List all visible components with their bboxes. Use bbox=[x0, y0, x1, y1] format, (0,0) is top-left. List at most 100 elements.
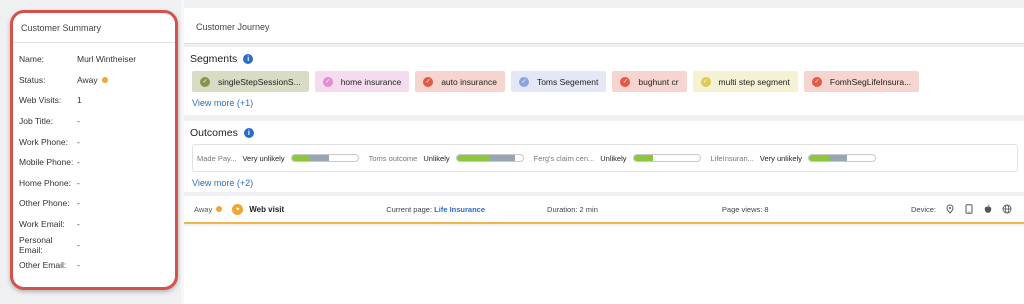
summary-row-work-email: Work Email: - bbox=[13, 214, 175, 235]
segment-chip-label: Toms Segement bbox=[536, 76, 599, 87]
status-value: Away bbox=[77, 74, 98, 85]
field-label: Web Visits: bbox=[19, 95, 62, 106]
segment-chip-label: auto insurance bbox=[441, 76, 497, 87]
segment-chip[interactable]: ✓ FomhSegLifeInsura... bbox=[803, 71, 920, 92]
outcome-likelihood: Unlikely bbox=[600, 153, 627, 163]
outcome-name: LifeInsuran... bbox=[710, 153, 754, 163]
segment-chip-label: FomhSegLifeInsura... bbox=[829, 76, 912, 87]
info-icon[interactable]: i bbox=[243, 128, 254, 138]
outcomes-view-more-link[interactable]: View more (+2) bbox=[184, 172, 1024, 188]
segment-chip-label: home insurance bbox=[340, 76, 402, 87]
outcome-likelihood: Very unlikely bbox=[242, 153, 285, 163]
tablet-icon bbox=[965, 204, 973, 214]
field-label: Job Title: bbox=[19, 116, 54, 127]
segment-icon: ✓ bbox=[518, 76, 529, 87]
field-label: Other Email: bbox=[19, 260, 67, 271]
outcome-progress-secondary bbox=[828, 155, 848, 161]
summary-row-mobile-phone: Mobile Phone: - bbox=[13, 152, 175, 173]
summary-row-status: Status: Away bbox=[13, 70, 175, 91]
field-value: 1 bbox=[77, 95, 82, 106]
customer-journey-title: Customer Journey bbox=[196, 22, 270, 32]
outcome-name: Ferg's claim cen... bbox=[533, 153, 595, 163]
segment-chip-label: bughunt cr bbox=[638, 76, 679, 87]
outcome-progress-secondary bbox=[489, 155, 515, 161]
outcome-progress-fill bbox=[456, 155, 490, 161]
outcome-item[interactable]: Ferg's claim cen... Unlikely bbox=[534, 154, 701, 163]
outcome-progress-bar bbox=[807, 154, 876, 162]
segment-chip[interactable]: ✓ multi step segment bbox=[692, 71, 798, 92]
summary-row-web-visits: Web Visits: 1 bbox=[13, 90, 175, 111]
segment-chip[interactable]: ✓ singleStepSessionS... bbox=[192, 71, 309, 92]
outcome-name: Toms outcome bbox=[368, 153, 418, 163]
outcome-item[interactable]: Toms outcome Unlikely bbox=[369, 154, 524, 163]
current-page-label: Current page: bbox=[386, 204, 433, 214]
segment-chip-label: multi step segment bbox=[718, 76, 790, 87]
web-visit-icon: ✦ bbox=[232, 203, 244, 215]
app: Customer Summary Name: Murl Wintheiser St… bbox=[0, 0, 1024, 304]
journey-empty-area bbox=[184, 226, 1024, 304]
segment-icon: ✓ bbox=[423, 76, 434, 87]
customer-summary-title: Customer Summary bbox=[13, 13, 175, 43]
segments-section: Segments i ✓ singleStepSessionS... ✓ home in… bbox=[184, 47, 1024, 115]
segments-view-more-link[interactable]: View more (+1) bbox=[184, 92, 1024, 108]
field-label: Work Email: bbox=[19, 219, 65, 230]
field-value: Murl Wintheiser bbox=[77, 54, 137, 65]
field-value: - bbox=[77, 177, 80, 188]
segment-chip[interactable]: ✓ auto insurance bbox=[415, 71, 505, 92]
field-label: Status: bbox=[19, 74, 46, 85]
globe-icon bbox=[1002, 204, 1012, 214]
segment-chip[interactable]: ✓ home insurance bbox=[314, 71, 410, 92]
summary-rows: Name: Murl Wintheiser Status: Away Web Vis… bbox=[13, 43, 175, 276]
customer-summary-panel: Customer Summary Name: Murl Wintheiser St… bbox=[10, 10, 178, 290]
outcome-progress-fill bbox=[808, 155, 829, 161]
visit-page-views: Page views: 8 bbox=[721, 204, 769, 214]
summary-row-work-phone: Work Phone: - bbox=[13, 131, 175, 152]
summary-row-other-phone: Other Phone: - bbox=[13, 193, 175, 214]
segment-chips: ✓ singleStepSessionS... ✓ home insurance ✓ au… bbox=[184, 65, 1024, 92]
outcome-progress-fill bbox=[633, 155, 654, 161]
outcome-progress-fill bbox=[291, 155, 311, 161]
outcome-item[interactable]: Made Pay... Very unlikely bbox=[197, 154, 359, 163]
segment-icon: ✓ bbox=[700, 76, 711, 87]
outcomes-section: Outcomes i Made Pay... Very unlikely Toms o… bbox=[184, 121, 1024, 192]
outcome-progress-bar bbox=[455, 154, 524, 162]
current-page-link[interactable]: Life Insurance bbox=[434, 205, 485, 214]
field-label: Name: bbox=[19, 54, 45, 65]
status-dot-icon bbox=[216, 206, 223, 212]
apple-icon bbox=[984, 204, 992, 213]
field-value: - bbox=[77, 198, 80, 209]
device-label: Device: bbox=[910, 204, 936, 214]
field-value: - bbox=[77, 157, 80, 168]
outcome-likelihood: Very unlikely bbox=[759, 153, 802, 163]
location-pin-icon bbox=[946, 204, 954, 214]
customer-journey-header: Customer Journey bbox=[184, 8, 1024, 44]
outcome-progress-secondary bbox=[310, 155, 329, 161]
visit-status: Away bbox=[194, 204, 213, 214]
outcome-list: Made Pay... Very unlikely Toms outcome Unli… bbox=[192, 144, 1018, 172]
segment-chip[interactable]: ✓ Toms Segement bbox=[510, 71, 607, 92]
visit-duration: Duration: 2 min bbox=[547, 204, 598, 214]
visit-type: Web visit bbox=[249, 204, 285, 214]
field-value: - bbox=[77, 136, 80, 147]
outcomes-title: Outcomes bbox=[190, 127, 238, 139]
outcome-likelihood: Unlikely bbox=[423, 153, 450, 163]
field-label: Work Phone: bbox=[19, 136, 68, 147]
outcome-name: Made Pay... bbox=[197, 153, 237, 163]
summary-row-personal-email: Personal Email: - bbox=[13, 234, 175, 255]
field-value: - bbox=[77, 239, 80, 250]
info-icon[interactable]: i bbox=[243, 54, 254, 64]
field-label: Other Phone: bbox=[19, 198, 70, 209]
summary-row-name: Name: Murl Wintheiser bbox=[13, 49, 175, 70]
outcome-progress-bar bbox=[632, 154, 701, 162]
segment-icon: ✓ bbox=[620, 76, 631, 87]
summary-row-job-title: Job Title: - bbox=[13, 111, 175, 132]
outcome-progress-bar bbox=[290, 154, 359, 162]
segment-chip[interactable]: ✓ bughunt cr bbox=[612, 71, 687, 92]
web-visit-row[interactable]: Away ✦ Web visit Current page: Life Insu… bbox=[184, 196, 1024, 224]
status-dot-icon bbox=[101, 76, 108, 83]
field-label: Personal Email: bbox=[19, 234, 53, 255]
segment-chip-label: singleStepSessionS... bbox=[218, 76, 301, 87]
outcome-item[interactable]: LifeInsuran... Very unlikely bbox=[711, 154, 876, 163]
field-value: - bbox=[77, 219, 80, 230]
segment-icon: ✓ bbox=[200, 76, 210, 87]
